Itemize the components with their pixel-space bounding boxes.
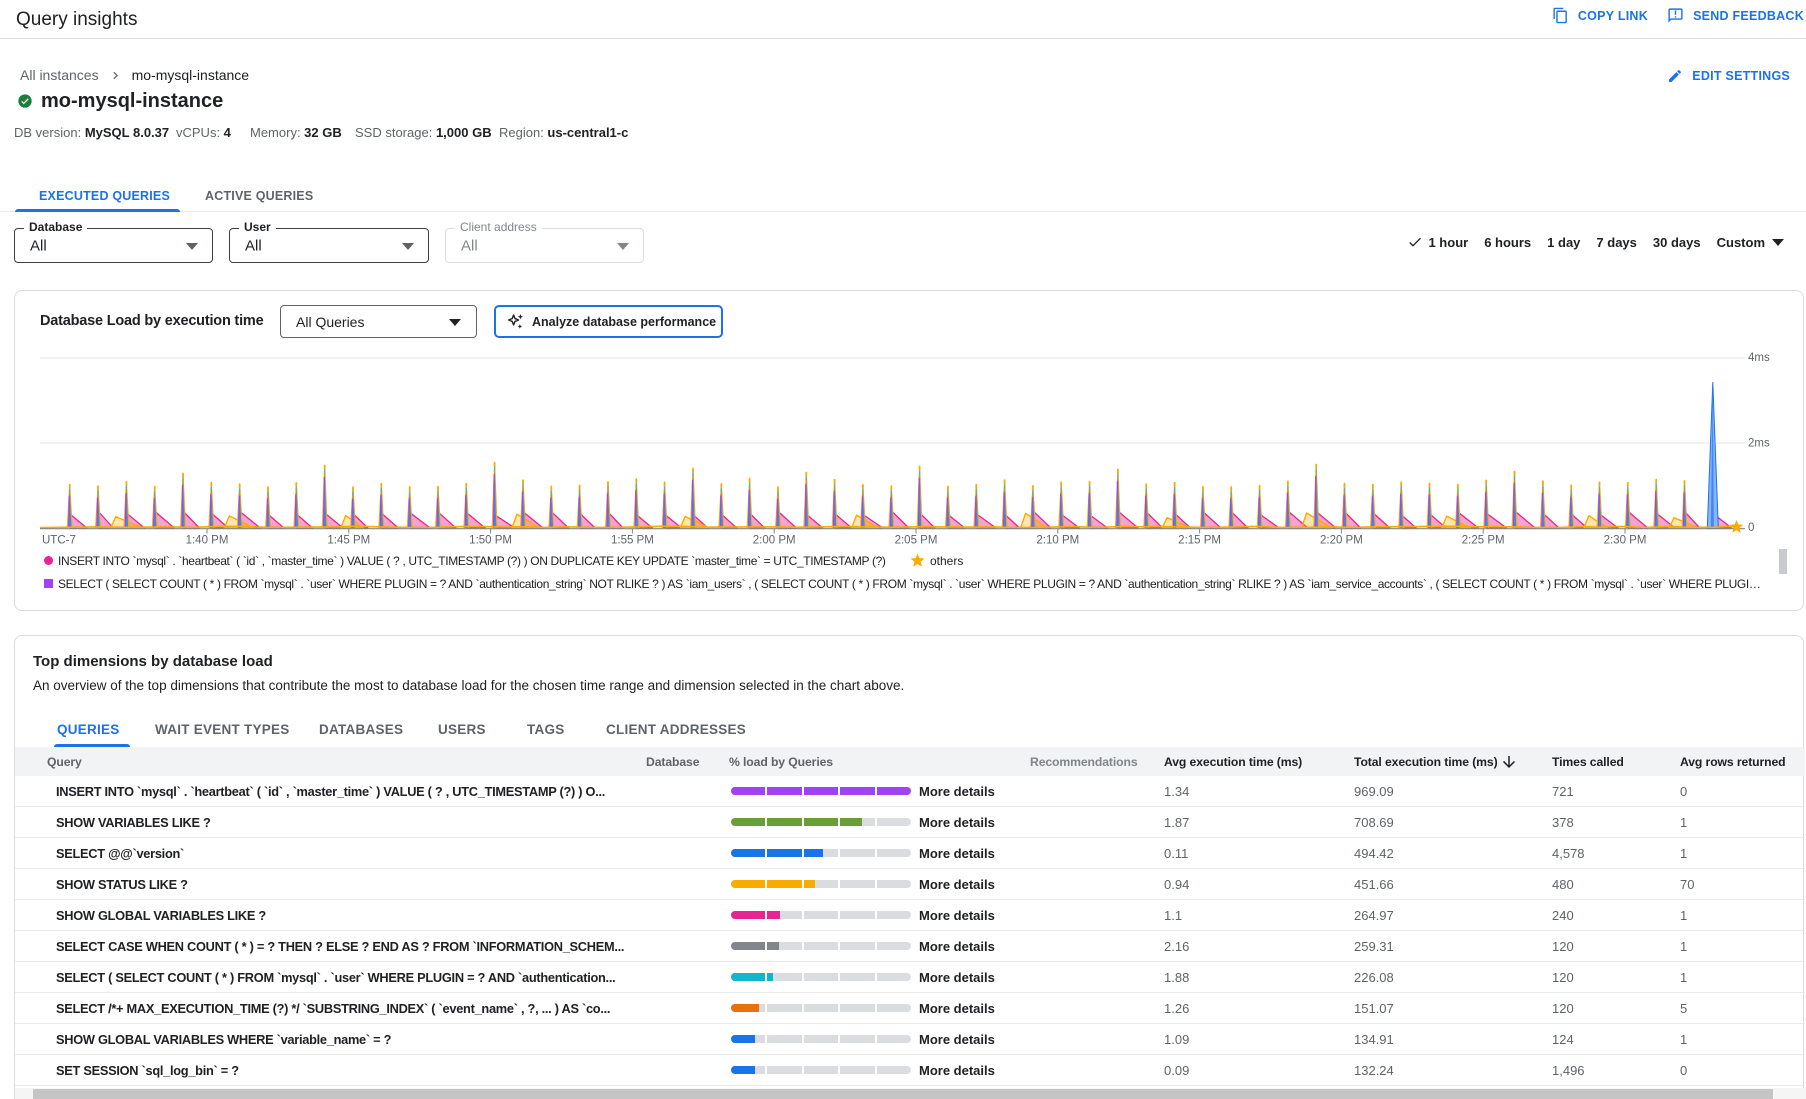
svg-text:2:25 PM: 2:25 PM [1462,535,1505,547]
svg-text:2:10 PM: 2:10 PM [1036,535,1079,547]
svg-text:1:50 PM: 1:50 PM [469,535,512,547]
svg-text:1:40 PM: 1:40 PM [186,535,229,547]
svg-text:0: 0 [1748,522,1754,534]
svg-text:2:00 PM: 2:00 PM [753,535,796,547]
svg-text:UTC-7: UTC-7 [42,535,76,547]
svg-text:1:55 PM: 1:55 PM [611,535,654,547]
svg-text:2:30 PM: 2:30 PM [1604,535,1647,547]
svg-text:4ms: 4ms [1748,352,1770,364]
svg-text:2ms: 2ms [1748,438,1770,450]
svg-text:2:05 PM: 2:05 PM [895,535,938,547]
svg-text:2:20 PM: 2:20 PM [1320,535,1363,547]
svg-text:1:45 PM: 1:45 PM [327,535,370,547]
svg-text:2:15 PM: 2:15 PM [1178,535,1221,547]
